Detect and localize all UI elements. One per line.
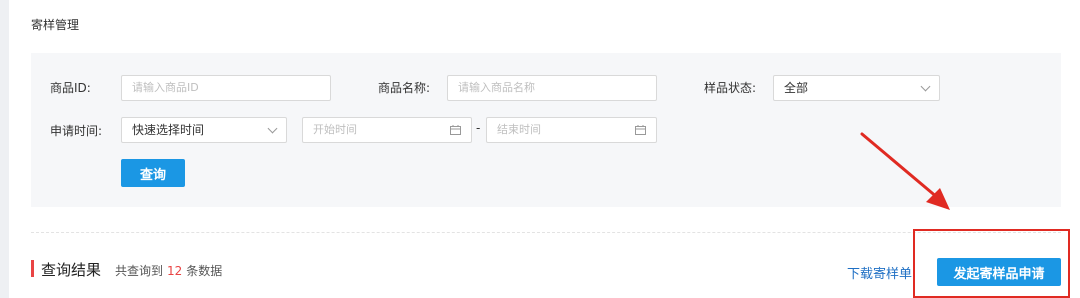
start-time-placeholder: 开始时间 <box>313 123 357 136</box>
calendar-icon <box>635 125 646 135</box>
end-time-input[interactable]: 结束时间 <box>486 117 657 143</box>
result-count-number: 12 <box>167 264 183 278</box>
result-title-accent <box>31 260 34 277</box>
product-name-label: 商品名称: <box>378 81 431 95</box>
quick-time-select[interactable]: 快速选择时间 <box>121 117 287 143</box>
result-title: 查询结果 <box>41 261 102 279</box>
sample-status-label: 样品状态: <box>704 81 757 95</box>
calendar-icon <box>450 125 461 135</box>
download-sample-list-link[interactable]: 下载寄样单 <box>847 263 912 282</box>
start-time-input[interactable]: 开始时间 <box>302 117 472 143</box>
product-name-placeholder: 请输入商品名称 <box>458 81 535 94</box>
apply-time-label: 申请时间: <box>50 124 103 138</box>
result-count-prefix: 共查询到 <box>115 264 164 278</box>
page-title: 寄样管理 <box>31 18 80 32</box>
product-id-label: 商品ID: <box>50 81 91 95</box>
chevron-down-icon <box>920 81 931 92</box>
sample-status-select[interactable]: 全部 <box>773 75 940 101</box>
left-rail <box>0 0 9 298</box>
highlight-box <box>913 229 1070 298</box>
product-id-input[interactable]: 请输入商品ID <box>121 75 331 101</box>
section-divider <box>31 232 1061 233</box>
date-range-separator: - <box>476 121 481 135</box>
query-button[interactable]: 查询 <box>121 159 185 187</box>
end-time-placeholder: 结束时间 <box>497 123 541 136</box>
product-name-input[interactable]: 请输入商品名称 <box>447 75 657 101</box>
result-count: 共查询到 12 条数据 <box>115 262 222 279</box>
quick-time-value: 快速选择时间 <box>132 123 205 137</box>
annotation-arrow-icon <box>860 132 950 210</box>
chevron-down-icon <box>267 123 278 134</box>
product-id-placeholder: 请输入商品ID <box>132 81 199 94</box>
result-count-suffix: 条数据 <box>186 264 223 278</box>
sample-status-value: 全部 <box>784 81 809 95</box>
